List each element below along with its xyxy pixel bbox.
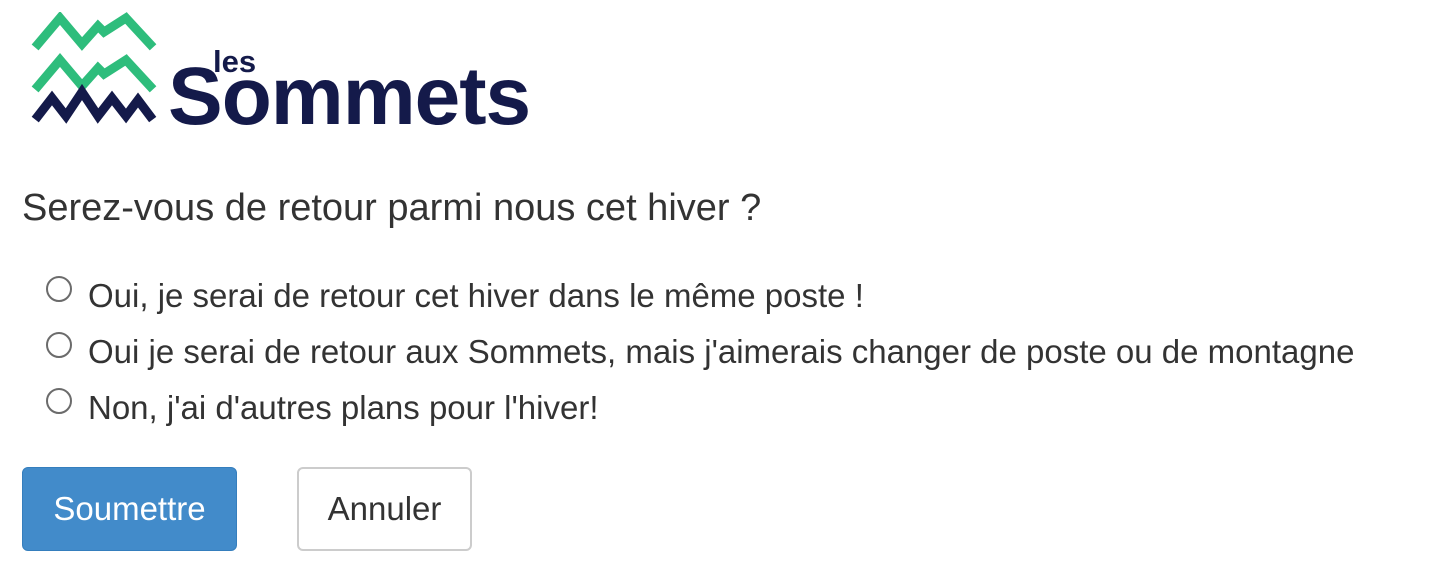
cancel-button[interactable]: Annuler <box>297 467 472 551</box>
option-label[interactable]: Oui je serai de retour aux Sommets, mais… <box>88 332 1354 372</box>
question-title: Serez-vous de retour parmi nous cet hive… <box>22 187 762 229</box>
les-sommets-logo: les Sommets <box>30 12 531 138</box>
mountain-chevrons-icon <box>31 12 157 124</box>
option-same-position[interactable]: Oui, je serai de retour cet hiver dans l… <box>46 268 1354 324</box>
radio-button[interactable] <box>46 276 72 302</box>
option-change-position[interactable]: Oui je serai de retour aux Sommets, mais… <box>46 324 1354 380</box>
option-other-plans[interactable]: Non, j'ai d'autres plans pour l'hiver! <box>46 380 1354 436</box>
radio-button[interactable] <box>46 332 72 358</box>
answer-options: Oui, je serai de retour cet hiver dans l… <box>46 268 1354 436</box>
submit-button[interactable]: Soumettre <box>22 467 237 551</box>
radio-button[interactable] <box>46 388 72 414</box>
option-label[interactable]: Oui, je serai de retour cet hiver dans l… <box>88 276 864 316</box>
logo-text-sommets: Sommets <box>168 51 531 142</box>
option-label[interactable]: Non, j'ai d'autres plans pour l'hiver! <box>88 388 599 428</box>
